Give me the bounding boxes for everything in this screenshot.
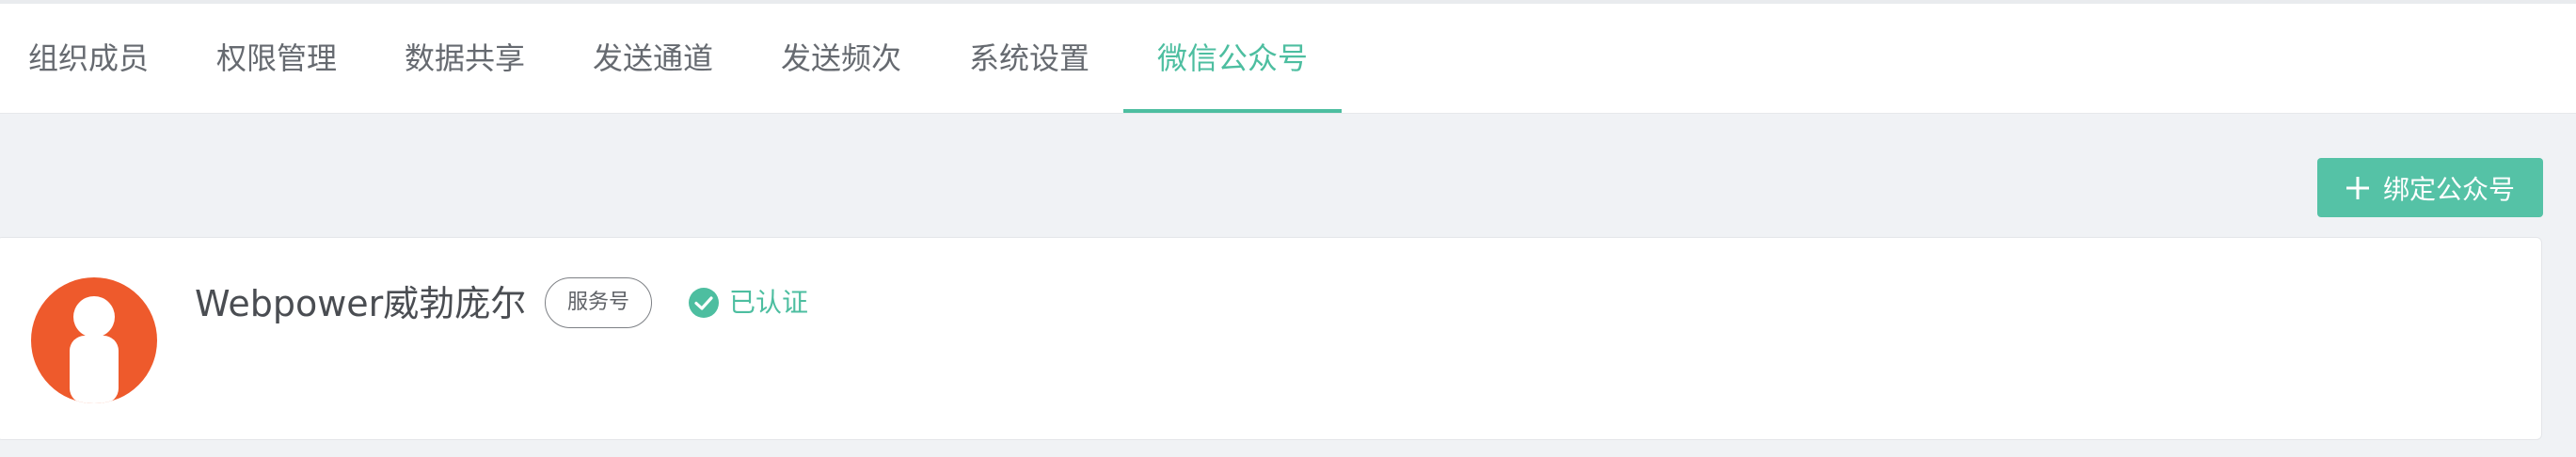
verified-status: 已认证 <box>688 287 808 319</box>
tab-sending-frequency[interactable]: 发送频次 <box>781 4 901 113</box>
account-name: Webpower威勃庞尔 <box>195 283 527 324</box>
active-tab-indicator <box>1123 109 1342 113</box>
bind-button-label: 绑定公众号 <box>2382 173 2515 205</box>
tab-bar: 组织成员 权限管理 数据共享 发送通道 发送频次 系统设置 微信公众号 <box>0 4 2576 114</box>
official-account-card: Webpower威勃庞尔 服务号 已认证 <box>0 237 2542 440</box>
plus-icon <box>2345 176 2369 199</box>
person-icon <box>70 296 119 403</box>
account-type-badge: 服务号 <box>545 277 652 328</box>
tab-wechat-official-account[interactable]: 微信公众号 <box>1157 4 1308 113</box>
verified-label: 已认证 <box>729 287 809 318</box>
tab-permission-management[interactable]: 权限管理 <box>216 4 337 113</box>
check-circle-icon <box>689 288 719 318</box>
tab-system-settings[interactable]: 系统设置 <box>969 4 1089 113</box>
bind-official-account-button[interactable]: 绑定公众号 <box>2317 158 2543 217</box>
avatar[interactable] <box>31 277 157 403</box>
tab-data-sharing[interactable]: 数据共享 <box>405 4 525 113</box>
tab-sending-channel[interactable]: 发送通道 <box>593 4 713 113</box>
tab-organization-members[interactable]: 组织成员 <box>28 4 149 113</box>
